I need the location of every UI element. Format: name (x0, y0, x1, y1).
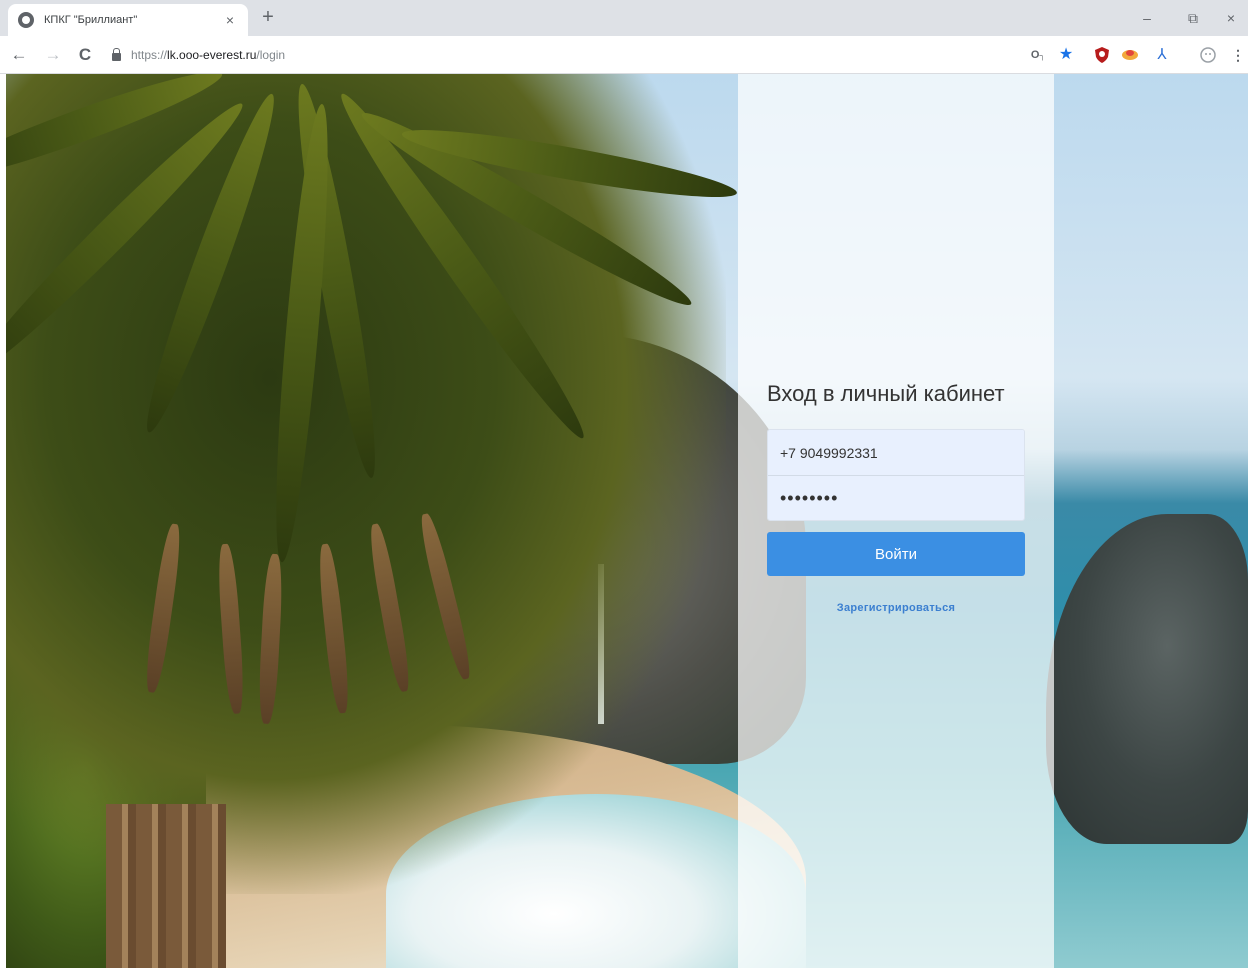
key-icon[interactable]: O┐ (1030, 47, 1046, 63)
register-link[interactable]: Зарегистрироваться (767, 602, 1025, 614)
lock-icon[interactable] (112, 47, 121, 61)
pdf-icon[interactable]: ⅄ (1154, 47, 1170, 63)
minimize-button[interactable]: – (1130, 6, 1164, 30)
url-host: lk.ooo-everest.ru (167, 48, 257, 62)
address-bar[interactable]: https://lk.ooo-everest.ru/login (108, 42, 1028, 68)
cloud-icon[interactable] (1122, 47, 1138, 63)
login-panel: Вход в личный кабинет Войти Зарегистриро… (738, 74, 1054, 968)
background-palm (6, 74, 726, 894)
url-scheme: https:// (131, 48, 168, 62)
url-path: /login (256, 48, 286, 62)
tab-close-icon[interactable]: × (222, 12, 238, 28)
browser-tab[interactable]: КПКГ "Бриллиант" × (8, 4, 248, 36)
password-input[interactable] (768, 475, 1024, 520)
background-fence (106, 804, 226, 968)
login-heading: Вход в личный кабинет (767, 381, 1005, 406)
maximize-button[interactable]: ⧉ (1176, 6, 1210, 30)
reload-button[interactable]: C (74, 44, 96, 66)
shield-icon[interactable] (1094, 47, 1110, 63)
credentials-group (767, 429, 1025, 521)
back-button[interactable]: ← (8, 44, 30, 66)
profile-icon[interactable] (1200, 47, 1216, 63)
menu-icon[interactable]: ⋮ (1230, 47, 1246, 63)
login-form: Вход в личный кабинет Войти Зарегистриро… (767, 379, 1025, 614)
login-page: Вход в личный кабинет Войти Зарегистриро… (6, 74, 1248, 968)
close-window-button[interactable]: × (1214, 6, 1248, 30)
phone-input[interactable] (768, 430, 1024, 475)
url-text: https://lk.ooo-everest.ru/login (131, 48, 285, 62)
tab-title: КПКГ "Бриллиант" (44, 14, 138, 26)
login-button[interactable]: Войти (767, 532, 1025, 576)
tab-bar: КПКГ "Бриллиант" × + – ⧉ × (0, 0, 1248, 36)
star-icon[interactable]: ★ (1058, 47, 1074, 63)
new-tab-button[interactable]: + (256, 6, 280, 30)
forward-button[interactable]: → (42, 44, 64, 66)
browser-toolbar: ← → C https://lk.ooo-everest.ru/login O┐… (0, 36, 1248, 74)
site-favicon-icon (18, 12, 34, 28)
